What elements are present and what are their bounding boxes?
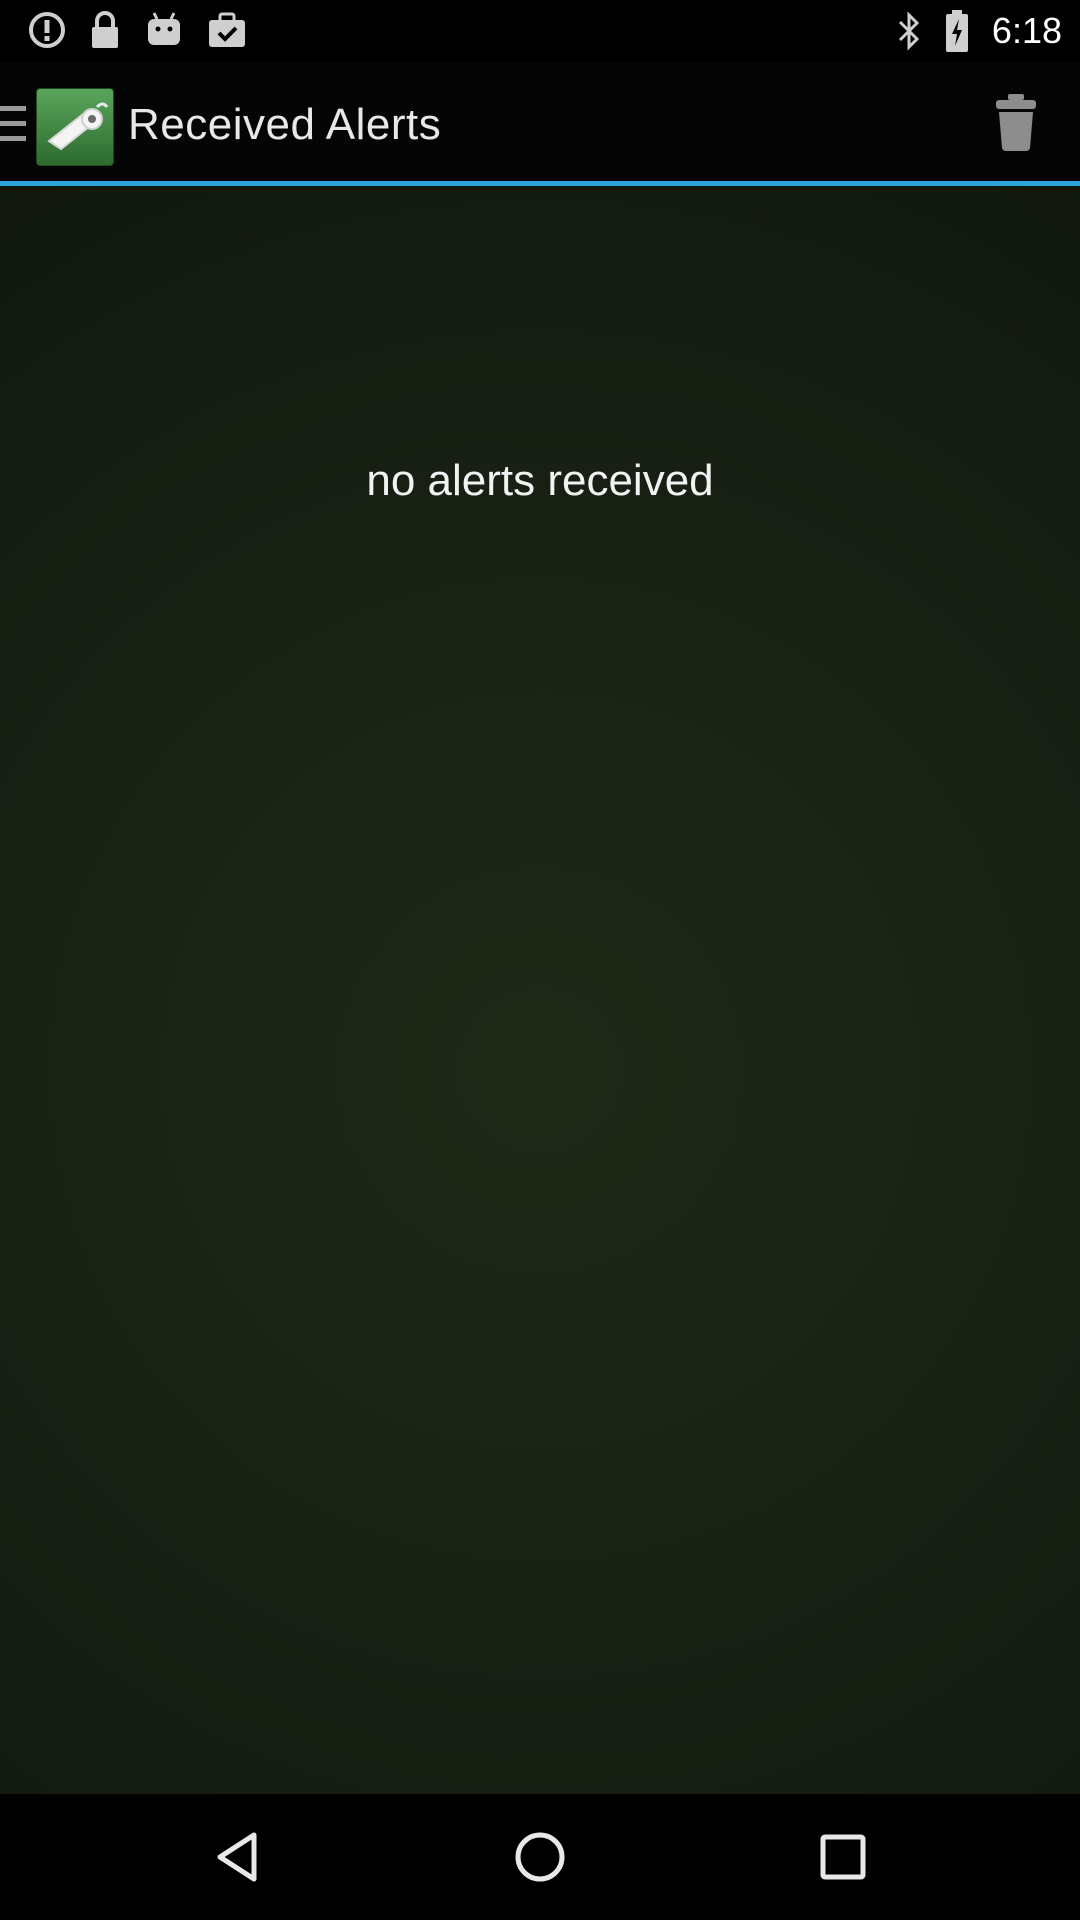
- action-bar: Received Alerts: [0, 62, 1080, 186]
- back-button[interactable]: [203, 1824, 273, 1894]
- recents-icon: [815, 1829, 871, 1890]
- alert-circle-icon: [28, 11, 66, 49]
- bluetooth-icon: [896, 11, 922, 51]
- briefcase-check-icon: [206, 11, 248, 49]
- android-icon: [144, 11, 184, 49]
- navigation-bar: [0, 1794, 1080, 1920]
- status-bar: 6:18: [0, 0, 1080, 62]
- home-icon: [512, 1829, 568, 1890]
- recents-button[interactable]: [808, 1824, 878, 1894]
- back-icon: [210, 1829, 266, 1890]
- delete-all-button[interactable]: [986, 92, 1046, 156]
- home-button[interactable]: [505, 1824, 575, 1894]
- page-title: Received Alerts: [128, 100, 442, 149]
- battery-charging-icon: [944, 9, 970, 53]
- whistle-icon[interactable]: [36, 88, 114, 166]
- menu-icon[interactable]: [0, 106, 28, 147]
- screen: 6:18 Received Alerts no alerts received: [0, 0, 1080, 1920]
- alerts-list-area: no alerts received: [0, 186, 1080, 1794]
- lock-icon: [88, 10, 122, 50]
- trash-icon: [994, 92, 1038, 157]
- status-time: 6:18: [991, 10, 1062, 51]
- empty-state-message: no alerts received: [366, 456, 714, 505]
